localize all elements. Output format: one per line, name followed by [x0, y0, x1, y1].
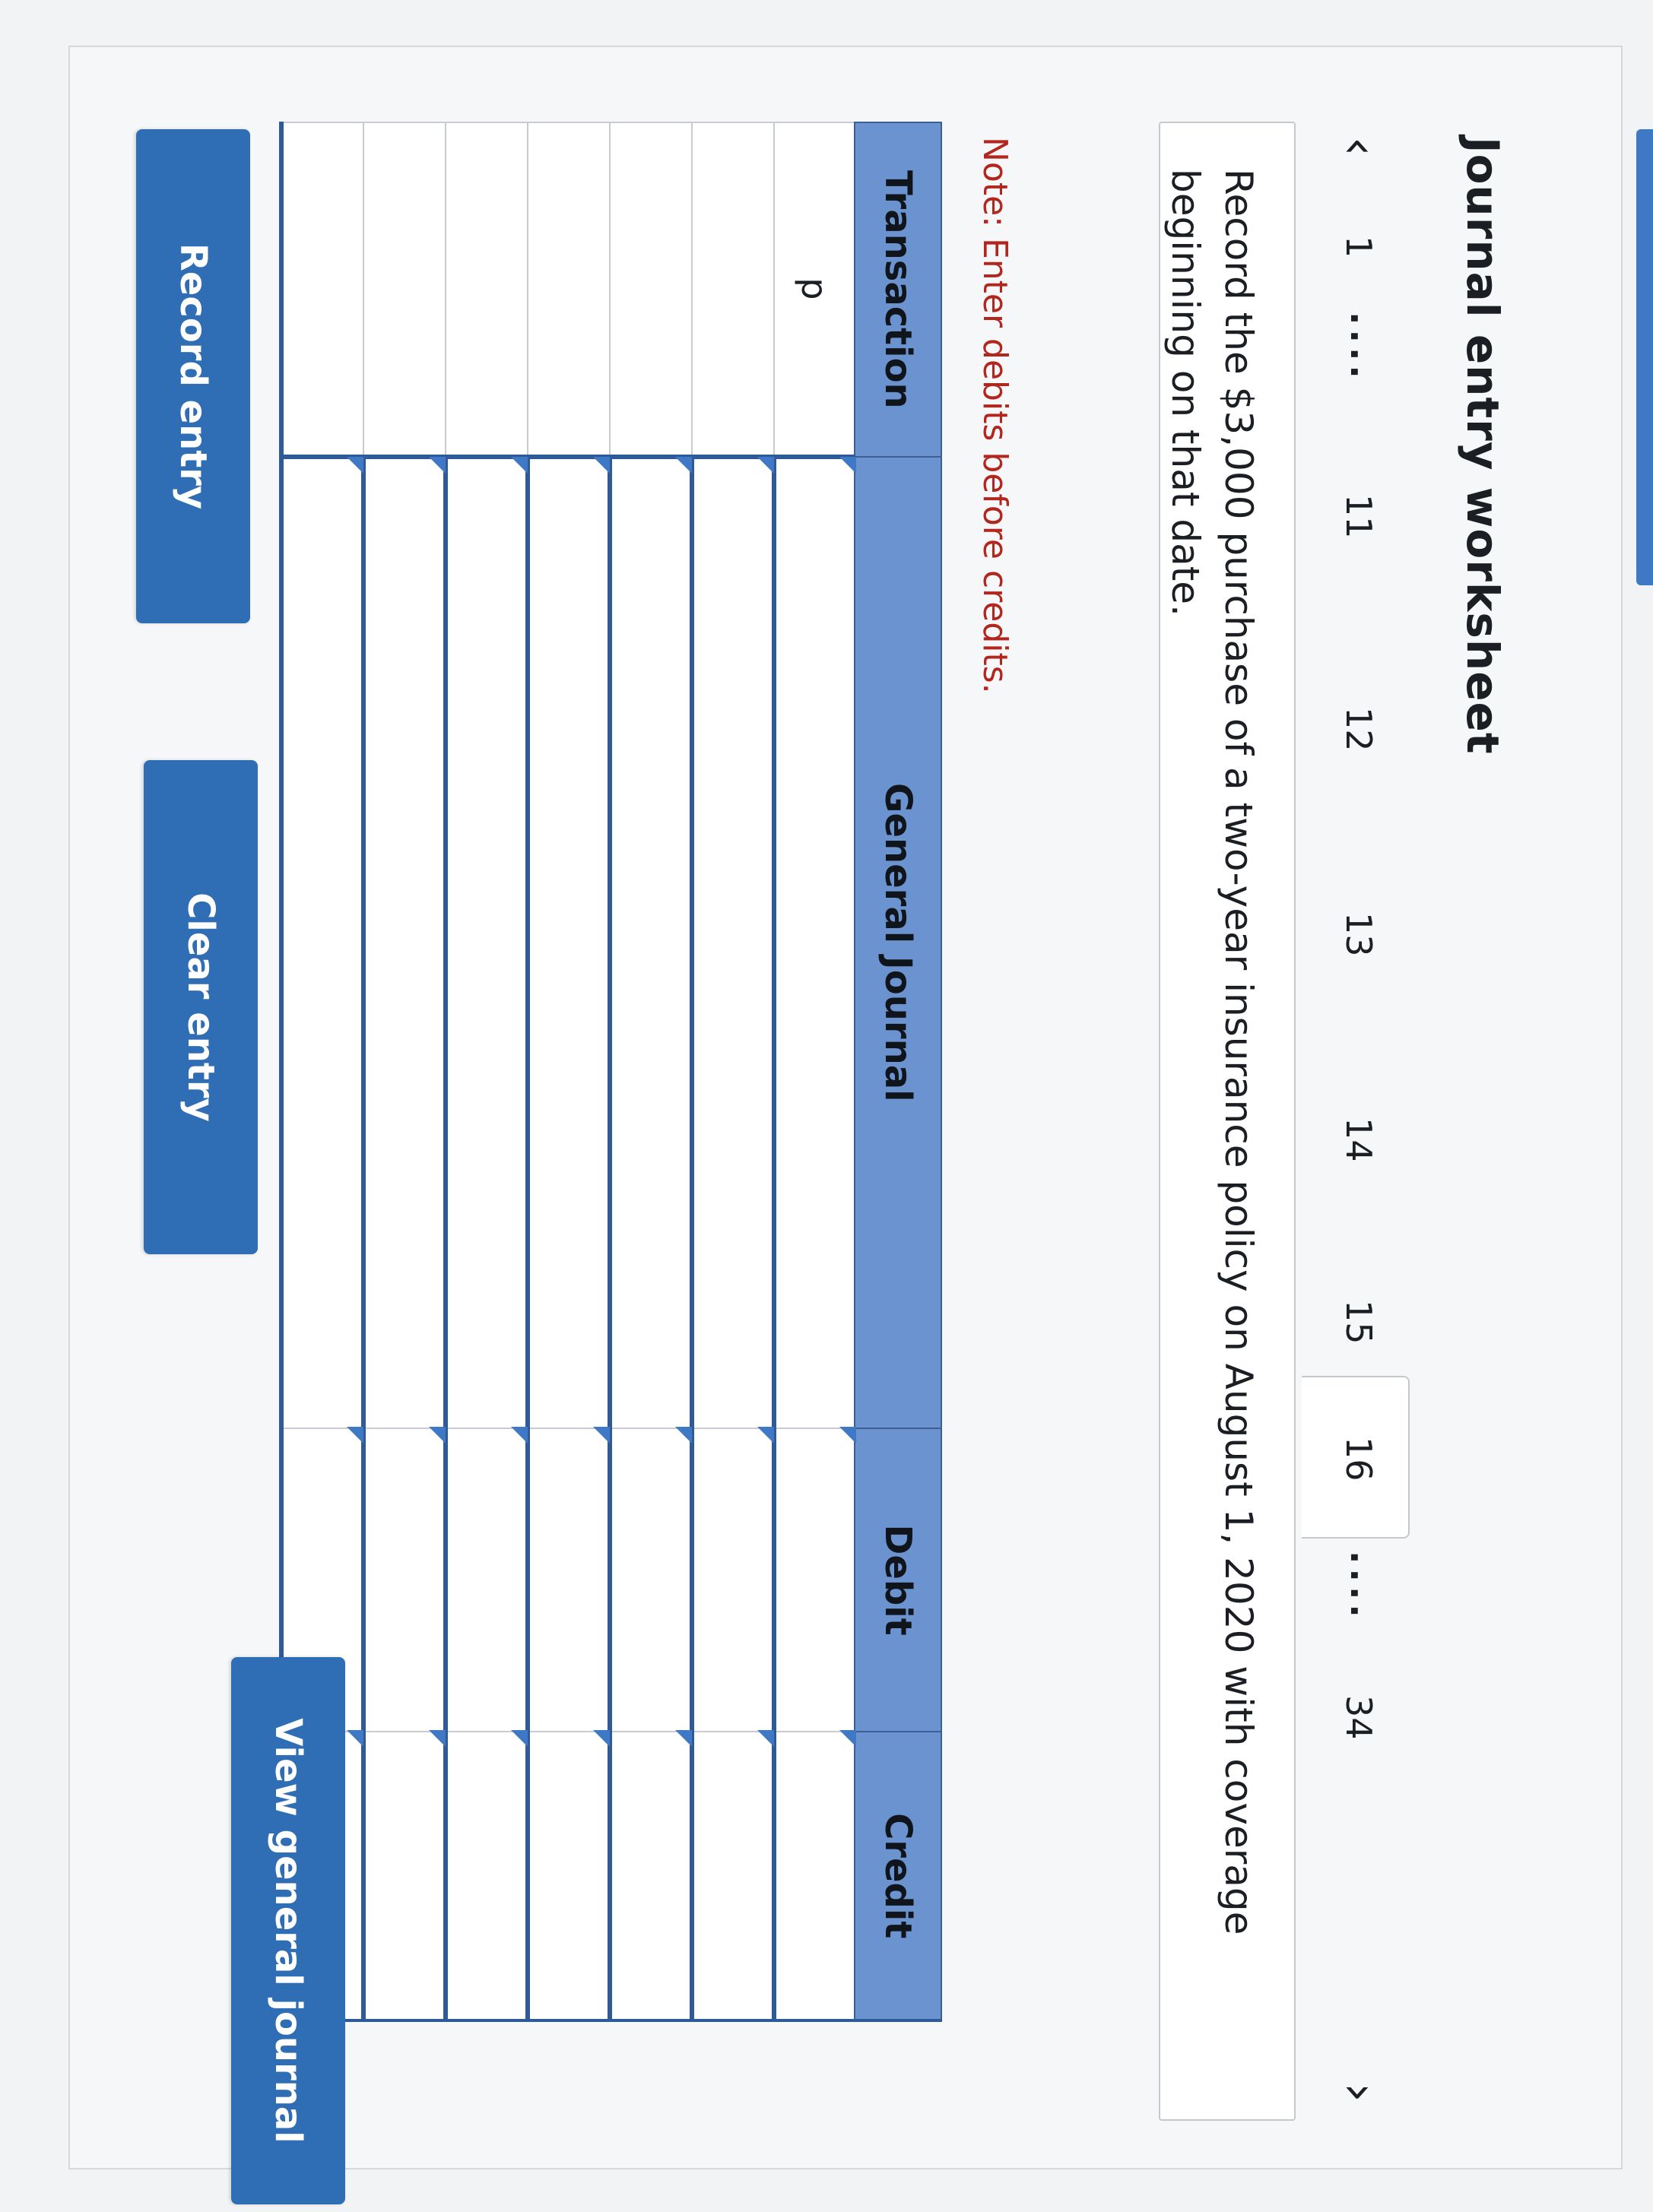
- note-text: Note: Enter debits before credits.: [976, 137, 1014, 694]
- credit-input[interactable]: [692, 1730, 774, 2020]
- nav-item-34[interactable]: 34: [1338, 1695, 1379, 1740]
- credit-input[interactable]: [363, 1730, 446, 2020]
- cell-marker-icon: [593, 1426, 610, 1444]
- cell-marker-icon: [429, 1730, 446, 1748]
- account-dropdown[interactable]: [528, 456, 610, 1428]
- nav-ellipsis: ....: [1343, 312, 1384, 383]
- account-dropdown[interactable]: [281, 456, 363, 1428]
- nav-ellipsis-2: ....: [1343, 1551, 1384, 1622]
- account-dropdown[interactable]: [774, 456, 856, 1428]
- nav-item-12[interactable]: 12: [1338, 707, 1379, 752]
- table-row: [692, 122, 774, 2020]
- cell-marker-icon: [347, 1730, 363, 1748]
- transaction-cell[interactable]: [692, 122, 774, 457]
- transaction-cell[interactable]: [610, 122, 692, 457]
- record-entry-button[interactable]: Record entry: [136, 129, 250, 623]
- nav-item-14[interactable]: 14: [1338, 1117, 1379, 1162]
- top-accent-bar: [1636, 129, 1653, 585]
- question-box: Record the $3,000 purchase of a two-year…: [1159, 122, 1296, 2121]
- debit-input[interactable]: [610, 1426, 692, 1732]
- cell-marker-icon: [839, 1730, 856, 1748]
- nav-item-16[interactable]: 16: [1338, 1437, 1379, 1482]
- chevron-right-icon[interactable]: ›: [1331, 2083, 1387, 2103]
- rotated-screen: Journal entry worksheet ‹ 1 .... 11 12 1…: [0, 0, 1653, 2212]
- nav-item-15[interactable]: 15: [1338, 1300, 1379, 1345]
- transaction-cell[interactable]: [528, 122, 610, 457]
- cell-marker-icon: [839, 1426, 856, 1444]
- table-row: [610, 122, 692, 2020]
- nav-item-11[interactable]: 11: [1338, 494, 1379, 539]
- transaction-cell[interactable]: [446, 122, 528, 457]
- dropdown-marker-icon: [757, 456, 774, 474]
- account-dropdown[interactable]: [363, 456, 446, 1428]
- table-header-row: Transaction General Journal Debit Credit: [855, 122, 941, 2020]
- clear-entry-button[interactable]: Clear entry: [144, 760, 258, 1254]
- column-header-credit: Credit: [855, 1732, 941, 2020]
- dropdown-marker-icon: [347, 456, 363, 474]
- column-header-transaction: Transaction: [855, 122, 941, 457]
- view-general-journal-button[interactable]: View general journal: [231, 1657, 345, 2204]
- account-dropdown[interactable]: [446, 456, 528, 1428]
- transaction-cell[interactable]: p: [774, 122, 855, 457]
- debit-input[interactable]: [528, 1426, 610, 1732]
- dropdown-marker-icon: [839, 456, 856, 474]
- transaction-cell[interactable]: [281, 122, 363, 457]
- debit-input[interactable]: [774, 1426, 856, 1732]
- question-navigation: ‹ 1 .... 11 12 13 14 15 16 .... 34 ›: [1302, 137, 1410, 2144]
- table-row: [363, 122, 446, 2020]
- question-text: Record the $3,000 purchase of a two-year…: [1163, 169, 1261, 1935]
- table-row: [446, 122, 528, 2020]
- table-row: [528, 122, 610, 2020]
- credit-input[interactable]: [610, 1730, 692, 2020]
- cell-marker-icon: [347, 1426, 363, 1444]
- cell-marker-icon: [757, 1426, 774, 1444]
- cell-marker-icon: [429, 1426, 446, 1444]
- cell-marker-icon: [675, 1426, 692, 1444]
- chevron-left-icon[interactable]: ‹: [1331, 137, 1387, 157]
- page-title: Journal entry worksheet: [1457, 137, 1509, 755]
- general-journal-table: Transaction General Journal Debit Credit…: [279, 122, 942, 2022]
- credit-input[interactable]: [446, 1730, 528, 2020]
- nav-item-13[interactable]: 13: [1338, 912, 1379, 957]
- debit-input[interactable]: [692, 1426, 774, 1732]
- dropdown-marker-icon: [593, 456, 610, 474]
- dropdown-marker-icon: [511, 456, 528, 474]
- cell-marker-icon: [511, 1426, 528, 1444]
- dropdown-marker-icon: [675, 456, 692, 474]
- cell-marker-icon: [675, 1730, 692, 1748]
- credit-input[interactable]: [774, 1730, 856, 2020]
- debit-input[interactable]: [446, 1426, 528, 1732]
- column-header-debit: Debit: [855, 1428, 941, 1732]
- cell-marker-icon: [511, 1730, 528, 1748]
- debit-input[interactable]: [363, 1426, 446, 1732]
- dropdown-marker-icon: [429, 456, 446, 474]
- cell-marker-icon: [757, 1730, 774, 1748]
- table-row: p: [774, 122, 856, 2020]
- credit-input[interactable]: [528, 1730, 610, 2020]
- column-header-general-journal: General Journal: [855, 456, 941, 1428]
- account-dropdown[interactable]: [692, 456, 774, 1428]
- account-dropdown[interactable]: [610, 456, 692, 1428]
- transaction-cell[interactable]: [363, 122, 446, 457]
- nav-item-1[interactable]: 1: [1338, 236, 1379, 258]
- cell-marker-icon: [593, 1730, 610, 1748]
